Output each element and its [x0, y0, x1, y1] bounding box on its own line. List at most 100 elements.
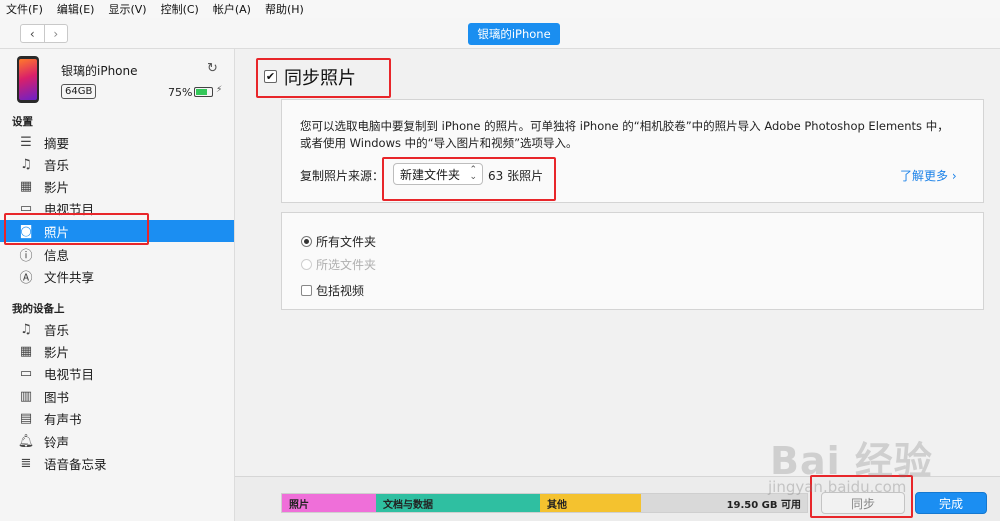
- all-folders-radio[interactable]: [301, 236, 312, 247]
- settings-header: 设置: [12, 116, 33, 128]
- music-icon: ♫: [20, 321, 32, 337]
- sync-status-icon[interactable]: ↻: [207, 61, 218, 76]
- learn-more-link[interactable]: 了解更多 ›: [900, 167, 957, 184]
- camera-icon: ◙: [19, 223, 33, 239]
- device-button[interactable]: 银璃的iPhone: [468, 23, 560, 45]
- chevron-right-icon: ›: [53, 26, 59, 41]
- summary-icon: ☰: [20, 134, 32, 150]
- chevron-left-icon: ‹: [29, 26, 35, 41]
- voice-memo-icon: ≣: [20, 455, 32, 471]
- sidebar-item-device-movies[interactable]: ▦ 影片: [0, 340, 234, 362]
- sidebar-item-label: 电视节目: [44, 366, 95, 382]
- sidebar-item-label: 语音备忘录: [44, 456, 107, 472]
- source-value: 新建文件夹: [400, 167, 461, 182]
- source-label: 复制照片来源：: [300, 169, 385, 183]
- tv-icon: ▭: [19, 365, 33, 381]
- sidebar-item-device-voice-memos[interactable]: ≣ 语音备忘录: [0, 452, 234, 474]
- description-text: 您可以选取电脑中要复制到 iPhone 的照片。可单独将 iPhone 的“相机…: [300, 119, 949, 150]
- menu-edit[interactable]: 编辑(E): [57, 1, 95, 17]
- storage-segment-other: 其他: [540, 494, 641, 512]
- selected-folders-radio[interactable]: [301, 259, 312, 270]
- menu-help[interactable]: 帮助(H): [265, 1, 304, 17]
- itunes-window: 文件(F) 编辑(E) 显示(V) 控制(C) 帐户(A) 帮助(H) ‹ › …: [0, 0, 1000, 521]
- option-label: 所有文件夹: [316, 235, 377, 249]
- sidebar-item-label: 音乐: [44, 157, 70, 173]
- folder-options-panel: 所有文件夹 所选文件夹 包括视频: [281, 212, 984, 310]
- info-icon: ⓘ: [19, 248, 33, 264]
- chevron-right-icon: ›: [951, 169, 957, 183]
- storage-segment-photos: 照片: [282, 494, 376, 512]
- sidebar-item-label: 影片: [44, 179, 70, 195]
- sidebar-item-movies[interactable]: ▦ 影片: [0, 175, 234, 197]
- learn-more-label: 了解更多: [900, 169, 949, 183]
- page-title: 同步照片: [284, 67, 356, 89]
- sidebar-item-label: 摘要: [44, 135, 70, 151]
- menu-file[interactable]: 文件(F): [6, 1, 43, 17]
- forward-button[interactable]: ›: [45, 25, 68, 42]
- music-icon: ♫: [20, 156, 32, 172]
- menu-bar: 文件(F) 编辑(E) 显示(V) 控制(C) 帐户(A) 帮助(H): [0, 0, 1000, 18]
- option-label: 所选文件夹: [316, 258, 377, 272]
- nav-buttons: ‹ ›: [20, 24, 68, 43]
- device-name: 银璃的iPhone: [61, 64, 138, 78]
- menu-controls[interactable]: 控制(C): [161, 1, 199, 17]
- toolbar: ‹ › 银璃的iPhone: [0, 18, 1000, 49]
- battery-icon: [194, 87, 213, 97]
- sidebar-item-label: 音乐: [44, 322, 70, 338]
- sidebar-item-label: 图书: [44, 389, 70, 405]
- sidebar-item-label: 文件共享: [44, 269, 95, 285]
- sidebar-item-music[interactable]: ♫ 音乐: [0, 153, 234, 175]
- sidebar-item-label: 有声书: [44, 411, 82, 427]
- book-icon: ▥: [19, 388, 33, 404]
- sync-photos-header: ✔ 同步照片: [258, 56, 391, 97]
- photo-count: 63 张照片: [488, 169, 544, 183]
- film-icon: ▦: [19, 178, 33, 194]
- audiobook-icon: ▤: [19, 410, 33, 426]
- storage-segment-documents: 文档与数据: [376, 494, 540, 512]
- option-label: 包括视频: [316, 284, 365, 298]
- sidebar-item-label: 信息: [44, 247, 70, 263]
- all-folders-option[interactable]: 所有文件夹: [301, 233, 376, 250]
- selected-folders-option[interactable]: 所选文件夹: [301, 256, 376, 273]
- sidebar-item-file-sharing[interactable]: Ⓐ 文件共享: [0, 265, 234, 287]
- include-videos-option[interactable]: 包括视频: [301, 282, 364, 299]
- app-store-icon: Ⓐ: [19, 270, 33, 286]
- film-icon: ▦: [19, 343, 33, 359]
- sidebar-item-tv[interactable]: ▭ 电视节目: [0, 197, 234, 219]
- bottom-bar: 照片 文档与数据 其他 19.50 GB 可用 同步 完成: [235, 476, 1000, 521]
- sidebar-item-device-tones[interactable]: 🔔︎ 铃声: [0, 430, 234, 452]
- storage-bar: 照片 文档与数据 其他 19.50 GB 可用: [281, 493, 808, 513]
- done-button[interactable]: 完成: [915, 492, 987, 514]
- tv-icon: ▭: [19, 200, 33, 216]
- device-card: 银璃的iPhone 64GB ↻ 75% ⚡: [0, 49, 234, 111]
- photo-source-select[interactable]: 新建文件夹 ⌃ ⌄: [393, 163, 483, 185]
- sidebar-item-label: 照片: [44, 224, 70, 240]
- charging-icon: ⚡: [216, 85, 223, 95]
- ondevice-header: 我的设备上: [12, 303, 65, 315]
- sidebar-item-device-music[interactable]: ♫ 音乐: [0, 318, 234, 340]
- include-videos-checkbox[interactable]: [301, 285, 312, 296]
- sync-photos-checkbox[interactable]: ✔: [264, 70, 277, 83]
- capacity-badge: 64GB: [61, 84, 97, 99]
- menu-account[interactable]: 帐户(A): [213, 1, 251, 17]
- sidebar-item-photos[interactable]: ◙ 照片: [0, 220, 234, 242]
- sync-button[interactable]: 同步: [821, 492, 905, 514]
- sidebar-item-label: 铃声: [44, 434, 70, 450]
- sidebar-item-device-tv[interactable]: ▭ 电视节目: [0, 362, 234, 384]
- sidebar-item-label: 影片: [44, 344, 70, 360]
- sidebar: 银璃的iPhone 64GB ↻ 75% ⚡ 设置 ☰ 摘要 ♫ 音乐 ▦ 影片…: [0, 49, 235, 521]
- main-content: ✔ 同步照片 您可以选取电脑中要复制到 iPhone 的照片。可单独将 iPho…: [235, 49, 1000, 521]
- sidebar-item-summary[interactable]: ☰ 摘要: [0, 131, 234, 153]
- chevron-updown-icon: ⌃ ⌄: [469, 165, 477, 182]
- sidebar-item-device-audiobooks[interactable]: ▤ 有声书: [0, 407, 234, 429]
- storage-free: 19.50 GB 可用: [641, 494, 807, 512]
- battery-percent: 75%: [168, 86, 193, 99]
- photo-source-panel: 您可以选取电脑中要复制到 iPhone 的照片。可单独将 iPhone 的“相机…: [281, 99, 984, 203]
- iphone-icon: [17, 56, 39, 103]
- back-button[interactable]: ‹: [21, 25, 45, 42]
- sidebar-item-label: 电视节目: [44, 201, 95, 217]
- sidebar-item-info[interactable]: ⓘ 信息: [0, 243, 234, 265]
- bell-icon: 🔔︎: [17, 433, 35, 449]
- sidebar-item-device-books[interactable]: ▥ 图书: [0, 385, 234, 407]
- menu-view[interactable]: 显示(V): [108, 1, 146, 17]
